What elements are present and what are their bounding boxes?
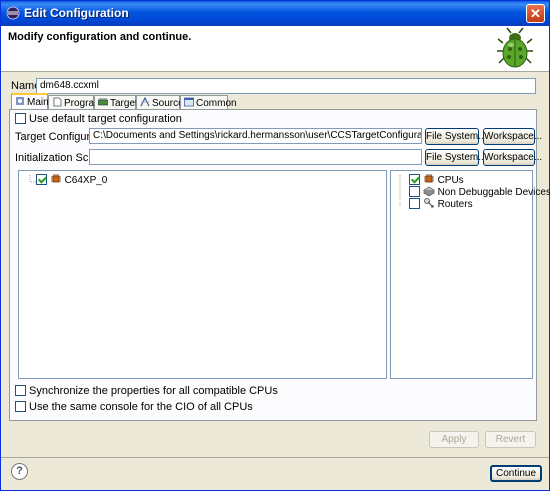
target-tab-icon xyxy=(98,98,108,106)
tree-item-cpu[interactable]: C64XP_0 xyxy=(36,173,107,186)
tab-common[interactable]: Common xyxy=(180,95,237,110)
common-tab-icon xyxy=(184,97,194,107)
init-script-field[interactable] xyxy=(89,149,422,165)
main-tab-icon xyxy=(16,97,24,105)
tree-item-cpu-label: C64XP_0 xyxy=(64,175,108,186)
target-file-system-button[interactable]: File System... xyxy=(425,128,487,145)
tab-source-label: Source xyxy=(152,98,184,109)
same-console-label: Use the same console for the CIO of all … xyxy=(29,401,253,413)
tree-item-cpu-checkbox[interactable] xyxy=(36,174,47,185)
tab-main[interactable]: Main xyxy=(11,93,49,110)
device-filter-list[interactable]: CPUs Non Debuggable Devices Routers xyxy=(390,170,550,379)
filter-connector xyxy=(399,175,401,207)
tab-program[interactable]: Program xyxy=(48,95,102,110)
init-file-system-button[interactable]: File System... xyxy=(425,149,487,166)
cpu-chip-icon xyxy=(50,174,61,183)
title-bar[interactable]: Edit Configuration ✕ xyxy=(1,1,549,26)
eclipse-app-icon xyxy=(6,6,20,20)
debug-bug-icon xyxy=(497,27,533,68)
use-default-checkbox[interactable] xyxy=(15,113,26,124)
cpu-tree[interactable]: C64XP_0 xyxy=(18,170,387,379)
apply-button[interactable]: Apply xyxy=(429,431,479,448)
tab-main-label: Main xyxy=(27,97,49,108)
filter-item-routers[interactable]: Routers xyxy=(409,197,473,210)
filter-routers-label: Routers xyxy=(437,199,473,210)
filter-routers-checkbox[interactable] xyxy=(409,198,420,209)
filter-non-debuggable-checkbox[interactable] xyxy=(409,186,420,197)
name-field[interactable]: dm648.ccxml xyxy=(36,78,536,94)
tab-common-label: Common xyxy=(196,98,237,109)
filter-cpus-checkbox[interactable] xyxy=(409,174,420,185)
cpu-chip-icon xyxy=(423,174,434,183)
device-icon xyxy=(423,186,435,197)
router-icon xyxy=(423,198,434,208)
tab-target-label: Target xyxy=(110,98,138,109)
window-title: Edit Configuration xyxy=(24,6,129,20)
use-default-label: Use default target configuration xyxy=(29,113,182,125)
banner-message: Modify configuration and continue. xyxy=(8,31,192,43)
continue-button[interactable]: Continue xyxy=(490,465,542,482)
same-console-checkbox[interactable] xyxy=(15,401,26,412)
tab-target[interactable]: Target xyxy=(94,95,138,110)
tab-source[interactable]: Source xyxy=(136,95,184,110)
program-tab-icon xyxy=(53,97,62,107)
header-banner: Modify configuration and continue. xyxy=(1,26,549,72)
sync-properties-label: Synchronize the properties for all compa… xyxy=(29,385,278,397)
target-config-field[interactable]: C:\Documents and Settings\rickard.herman… xyxy=(89,128,422,144)
target-workspace-button[interactable]: Workspace... xyxy=(483,128,542,145)
help-icon[interactable]: ? xyxy=(11,463,28,480)
edit-configuration-dialog: Edit Configuration ✕ Modify configuratio… xyxy=(0,0,550,491)
revert-button[interactable]: Revert xyxy=(485,431,536,448)
source-tab-icon xyxy=(140,97,150,107)
sync-properties-checkbox[interactable] xyxy=(15,385,26,396)
close-button[interactable]: ✕ xyxy=(526,4,545,23)
footer-separator xyxy=(1,457,549,458)
init-workspace-button[interactable]: Workspace... xyxy=(483,149,542,166)
